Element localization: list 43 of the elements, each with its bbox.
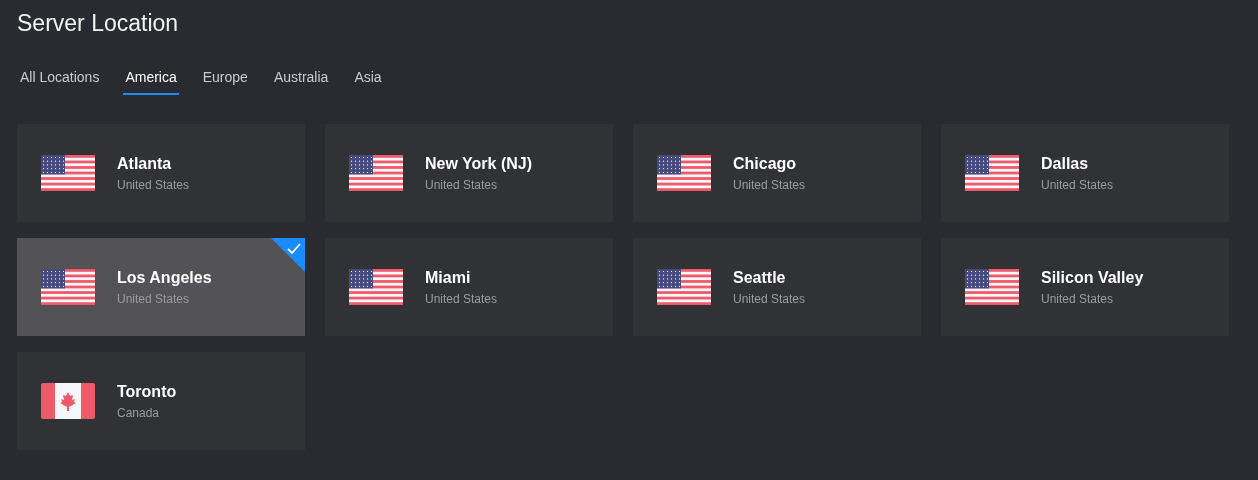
location-card[interactable]: Silicon Valley United States	[941, 238, 1229, 336]
location-card[interactable]: Toronto Canada	[17, 352, 305, 450]
flag-icon	[657, 269, 711, 305]
country-name: United States	[733, 177, 806, 192]
region-tab[interactable]: All Locations	[18, 65, 102, 95]
country-name: Canada	[117, 405, 161, 420]
flag-icon	[349, 155, 403, 191]
location-card[interactable]: Los Angeles United States	[17, 238, 305, 336]
location-card[interactable]: Seattle United States	[633, 238, 921, 336]
location-card[interactable]: Miami United States	[325, 238, 613, 336]
country-name: United States	[117, 291, 191, 306]
checkmark-icon	[271, 238, 305, 272]
city-name: New York (NJ)	[425, 154, 532, 173]
country-name: United States	[1041, 177, 1114, 192]
country-name: United States	[1041, 291, 1115, 306]
region-tab[interactable]: Europe	[200, 65, 250, 95]
flag-icon	[41, 269, 95, 305]
page-title: Server Location	[17, 9, 180, 38]
flag-icon	[349, 269, 403, 305]
location-card[interactable]: Dallas United States	[941, 124, 1229, 222]
city-name: Miami	[425, 268, 472, 287]
location-card[interactable]: New York (NJ) United States	[325, 124, 613, 222]
city-name: Atlanta	[117, 154, 173, 173]
flag-icon	[41, 155, 95, 191]
country-name: United States	[425, 291, 498, 306]
country-name: United States	[425, 177, 499, 192]
city-name: Seattle	[733, 268, 787, 287]
city-name: Los Angeles	[117, 268, 212, 287]
country-name: United States	[117, 177, 190, 192]
city-name: Silicon Valley	[1041, 268, 1144, 287]
city-name: Chicago	[733, 154, 798, 173]
region-tab[interactable]: Australia	[271, 65, 331, 95]
location-card[interactable]: Atlanta United States	[17, 124, 305, 222]
flag-icon	[657, 155, 711, 191]
city-name: Toronto	[117, 382, 177, 401]
flag-icon	[965, 269, 1019, 305]
city-name: Dallas	[1041, 154, 1090, 173]
location-card[interactable]: Chicago United States	[633, 124, 921, 222]
region-tab[interactable]: Asia	[352, 65, 384, 95]
country-name: United States	[733, 291, 806, 306]
flag-icon	[965, 155, 1019, 191]
region-tab[interactable]: America	[123, 65, 179, 95]
flag-icon	[41, 383, 95, 419]
